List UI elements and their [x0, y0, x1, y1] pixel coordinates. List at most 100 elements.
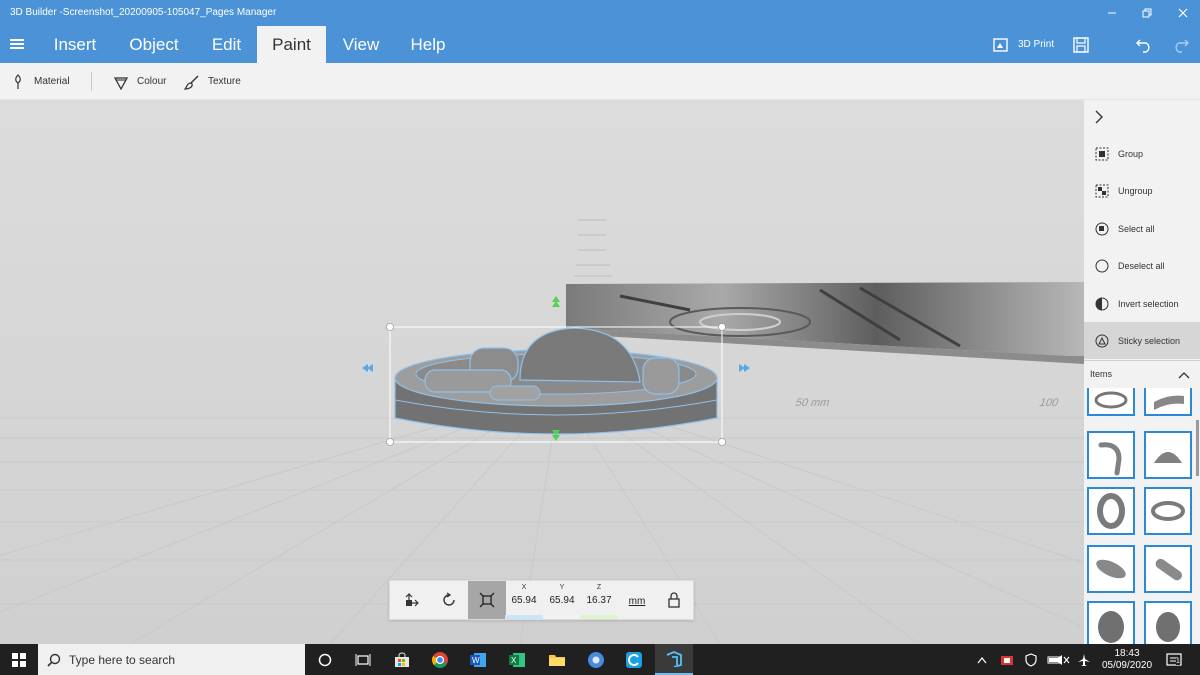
move-mode-button[interactable] — [392, 581, 430, 619]
colour-button[interactable]: Colour — [113, 63, 166, 100]
texture-button[interactable]: Texture — [184, 63, 241, 100]
chevron-up-icon — [977, 656, 987, 663]
chevron-up-icon — [1178, 372, 1190, 379]
selection-panel: Group Ungroup Select all Deselect all In… — [1084, 100, 1200, 644]
paint-toolbar: Material Colour Texture — [0, 63, 1200, 100]
group-button[interactable]: Group — [1084, 135, 1200, 172]
taskbar-excel[interactable]: X — [498, 644, 536, 675]
resize-handle-bottom-right[interactable] — [718, 438, 726, 446]
oval-shape-icon — [1156, 612, 1180, 642]
store-icon — [395, 652, 409, 667]
item-thumbnail[interactable] — [1144, 431, 1192, 479]
x-value[interactable]: 65.94 — [505, 595, 543, 606]
3d-viewport[interactable]: 50 mm 100 — [0, 100, 1084, 644]
tab-view[interactable]: View — [330, 26, 392, 63]
restore-icon — [1142, 8, 1152, 18]
item-thumbnail[interactable] — [1144, 487, 1192, 535]
item-thumbnail[interactable] — [1087, 431, 1135, 479]
band-shape-icon — [1151, 501, 1185, 521]
taskbar-3d-builder[interactable] — [655, 644, 693, 675]
tab-edit[interactable]: Edit — [198, 26, 255, 63]
cortana-button[interactable] — [306, 644, 344, 675]
items-scrollbar[interactable] — [1196, 420, 1199, 476]
tray-app-icon — [1001, 655, 1013, 665]
close-button[interactable] — [1163, 0, 1200, 26]
undo-button[interactable] — [1135, 26, 1153, 63]
lock-icon — [668, 592, 680, 608]
tab-insert[interactable]: Insert — [40, 26, 110, 63]
save-button[interactable] — [1072, 26, 1090, 63]
taskbar-search[interactable]: Type here to search — [38, 644, 305, 675]
taskbar-file-explorer[interactable] — [538, 644, 576, 675]
tray-app-button[interactable] — [998, 644, 1016, 675]
tab-help[interactable]: Help — [396, 26, 460, 63]
network-button[interactable] — [1074, 644, 1094, 675]
sticky-selection-icon — [1095, 334, 1109, 347]
maximize-button[interactable] — [1127, 0, 1167, 26]
item-thumbnail[interactable] — [1087, 487, 1135, 535]
close-icon — [1178, 8, 1188, 18]
clock[interactable]: 18:43 05/09/2020 — [1100, 644, 1154, 675]
paint-bucket-icon — [113, 76, 129, 90]
resize-handle-bottom-left[interactable] — [386, 438, 394, 446]
item-thumbnail[interactable] — [1087, 545, 1135, 593]
tab-paint[interactable]: Paint — [257, 26, 326, 63]
z-value[interactable]: 16.37 — [580, 595, 618, 606]
collapse-panel-button[interactable] — [1092, 108, 1122, 128]
start-button[interactable] — [0, 644, 38, 675]
ungroup-button[interactable]: Ungroup — [1084, 172, 1200, 209]
item-thumbnail[interactable] — [1087, 601, 1135, 644]
item-thumbnail[interactable] — [1144, 601, 1192, 644]
item-thumbnail[interactable] — [1087, 388, 1135, 416]
minimize-button[interactable] — [1092, 0, 1132, 26]
tray-security-button[interactable] — [1022, 644, 1040, 675]
toolbar-divider — [91, 72, 92, 91]
redo-icon — [1175, 39, 1189, 53]
y-label: Y — [559, 584, 565, 591]
invert-selection-button[interactable]: Invert selection — [1084, 285, 1200, 322]
lock-proportions-button[interactable] — [655, 581, 693, 619]
texture-label: Texture — [208, 76, 241, 87]
volume-button[interactable] — [1050, 644, 1070, 675]
taskbar-word[interactable]: W — [459, 644, 497, 675]
show-hidden-icons-button[interactable] — [974, 644, 990, 675]
z-dimension[interactable]: Z 16.37 — [580, 581, 618, 619]
3d-print-button[interactable]: 3D Print — [992, 26, 1054, 63]
redo-button[interactable] — [1172, 26, 1190, 63]
menu-bar: Insert Object Edit Paint View Help 3D Pr… — [0, 26, 1200, 63]
y-dimension[interactable]: Y 65.94 — [543, 581, 581, 619]
unit-selector[interactable]: mm — [618, 581, 656, 619]
scale-mode-button[interactable] — [468, 581, 506, 619]
svg-text:X: X — [511, 656, 517, 665]
item-thumbnail[interactable] — [1144, 388, 1192, 416]
select-all-label: Select all — [1118, 223, 1155, 234]
save-icon — [1073, 36, 1089, 53]
sticky-selection-label: Sticky selection — [1118, 335, 1181, 346]
hamburger-menu-icon[interactable] — [10, 39, 24, 49]
rotate-mode-button[interactable] — [430, 581, 468, 619]
taskbar-chrome[interactable] — [421, 644, 459, 675]
resize-handle-top-right[interactable] — [718, 323, 726, 331]
task-view-button[interactable] — [344, 644, 382, 675]
sticky-selection-button[interactable]: Sticky selection — [1084, 322, 1200, 359]
volume-muted-icon — [1055, 654, 1070, 665]
y-value[interactable]: 65.94 — [543, 595, 581, 606]
clock-date: 05/09/2020 — [1101, 659, 1153, 671]
taskbar-ccleaner[interactable] — [615, 644, 653, 675]
folder-icon — [549, 654, 565, 666]
tab-object[interactable]: Object — [115, 26, 193, 63]
notifications-button[interactable]: 1 — [1162, 644, 1186, 675]
select-all-button[interactable]: Select all — [1084, 210, 1200, 247]
group-label: Group — [1118, 148, 1144, 159]
taskbar-store[interactable] — [383, 644, 421, 675]
material-button[interactable]: Material — [10, 63, 70, 100]
wedge-shape-icon — [1096, 559, 1126, 579]
taskbar-chromium[interactable] — [577, 644, 615, 675]
undo-icon — [1136, 39, 1150, 53]
unit-value[interactable]: mm — [618, 596, 656, 607]
items-header[interactable]: Items — [1084, 360, 1200, 386]
item-thumbnail[interactable] — [1144, 545, 1192, 593]
deselect-all-button[interactable]: Deselect all — [1084, 247, 1200, 284]
resize-handle-top-left[interactable] — [386, 323, 394, 331]
x-dimension[interactable]: X 65.94 — [505, 581, 543, 619]
